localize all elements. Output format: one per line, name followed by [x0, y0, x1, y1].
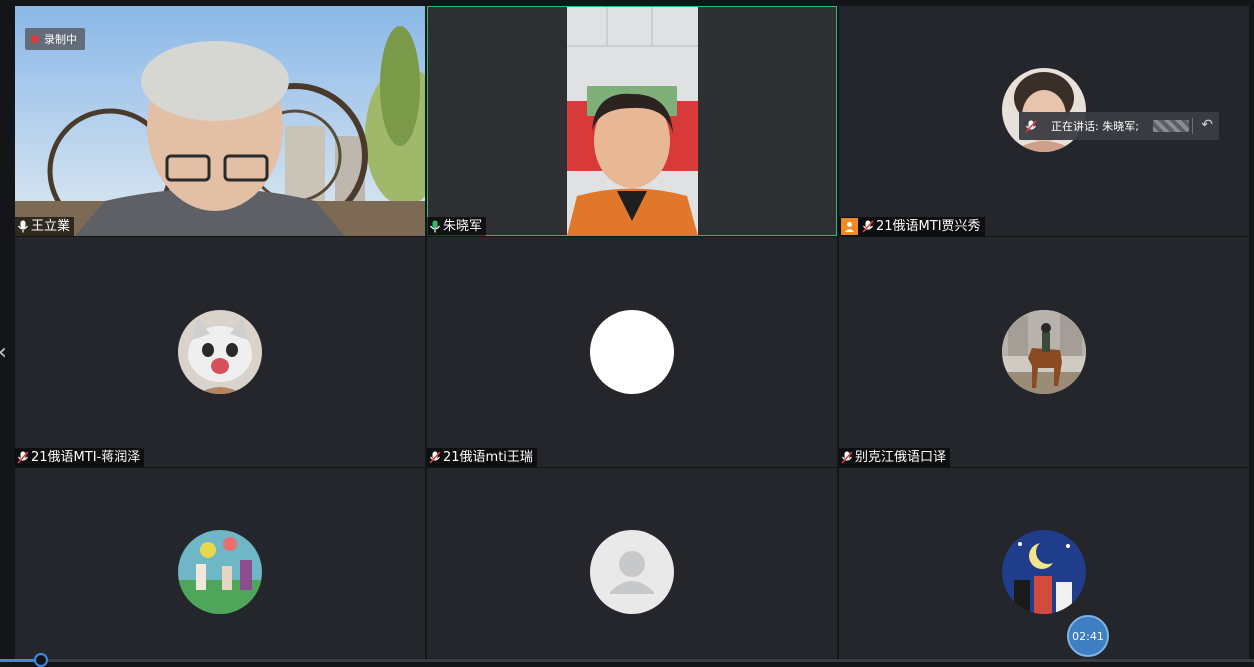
participant-tile-9[interactable]: [839, 468, 1249, 659]
participant-name: 王立業: [31, 219, 71, 234]
recording-badge: 录制中: [25, 28, 85, 50]
participant-tile-wangrui[interactable]: 21俄语mti王瑞: [427, 237, 837, 467]
participant-avatar: [1002, 530, 1086, 614]
participant-tile-wang[interactable]: 录制中 王立業: [15, 6, 425, 236]
participant-name: 别克江俄语口译: [855, 450, 947, 465]
participant-name: 21俄语MTI-蒋润泽: [31, 450, 141, 465]
mic-muted-icon: [1019, 119, 1043, 133]
participant-tile-8[interactable]: [427, 468, 837, 659]
recording-dot-icon: [31, 35, 39, 43]
participant-avatar: [178, 310, 262, 394]
participant-tile-biekejiang[interactable]: 别克江俄语口译: [839, 237, 1249, 467]
participant-tile-jia[interactable]: 正在讲话: 朱晓军; ↶ 21俄语MTI贾兴秀: [839, 6, 1249, 236]
progress-fill: [0, 659, 38, 662]
mic-muted-icon: [429, 451, 441, 464]
participant-name-tag: 21俄语MTI贾兴秀: [839, 217, 985, 236]
host-person-icon: [841, 218, 858, 235]
mic-muted-icon: [862, 220, 874, 233]
default-user-avatar-icon: [590, 530, 674, 614]
progress-handle[interactable]: [34, 653, 48, 667]
participant-avatar: [178, 530, 262, 614]
speaking-indicator: 正在讲话: 朱晓军; ↶: [1019, 112, 1219, 140]
participant-name-tag: 21俄语mti王瑞: [427, 448, 537, 467]
mic-on-icon: [17, 220, 29, 233]
participant-video: [427, 6, 837, 236]
participant-avatar: [1002, 310, 1086, 394]
blurred-names: [1152, 120, 1189, 132]
mic-muted-icon: [17, 451, 29, 464]
participant-name-tag: 21俄语MTI-蒋润泽: [15, 448, 145, 467]
mic-speaking-icon: [429, 220, 441, 233]
chevron-left-icon[interactable]: ‹: [0, 342, 7, 364]
participant-tile-zhu[interactable]: 朱晓军: [427, 6, 837, 236]
participant-tile-7[interactable]: [15, 468, 425, 659]
participant-name: 21俄语mti王瑞: [443, 450, 533, 465]
participant-name: 朱晓军: [443, 219, 483, 234]
participant-name-tag: 朱晓军: [427, 217, 487, 236]
mic-muted-icon: [841, 451, 853, 464]
speaking-label: 正在讲话: 朱晓军;: [1051, 120, 1139, 133]
participant-avatar: [590, 310, 674, 394]
participant-name-tag: 别克江俄语口译: [839, 448, 951, 467]
participant-name: 21俄语MTI贾兴秀: [876, 219, 981, 234]
timer-badge[interactable]: 02:41: [1067, 615, 1109, 657]
participant-tile-jiang[interactable]: 21俄语MTI-蒋润泽: [15, 237, 425, 467]
video-grid: 录制中 王立業 朱晓军 正在讲话: 朱晓军; ↶ 21俄语MTI贾兴秀 21俄语…: [15, 6, 1249, 659]
playback-progress-bar[interactable]: [0, 659, 1254, 662]
recording-label: 录制中: [44, 33, 77, 46]
reply-icon[interactable]: ↶: [1201, 117, 1213, 133]
toast-divider: [1192, 118, 1193, 134]
participant-name-tag: 王立業: [15, 217, 75, 236]
timer-text: 02:41: [1072, 629, 1104, 643]
